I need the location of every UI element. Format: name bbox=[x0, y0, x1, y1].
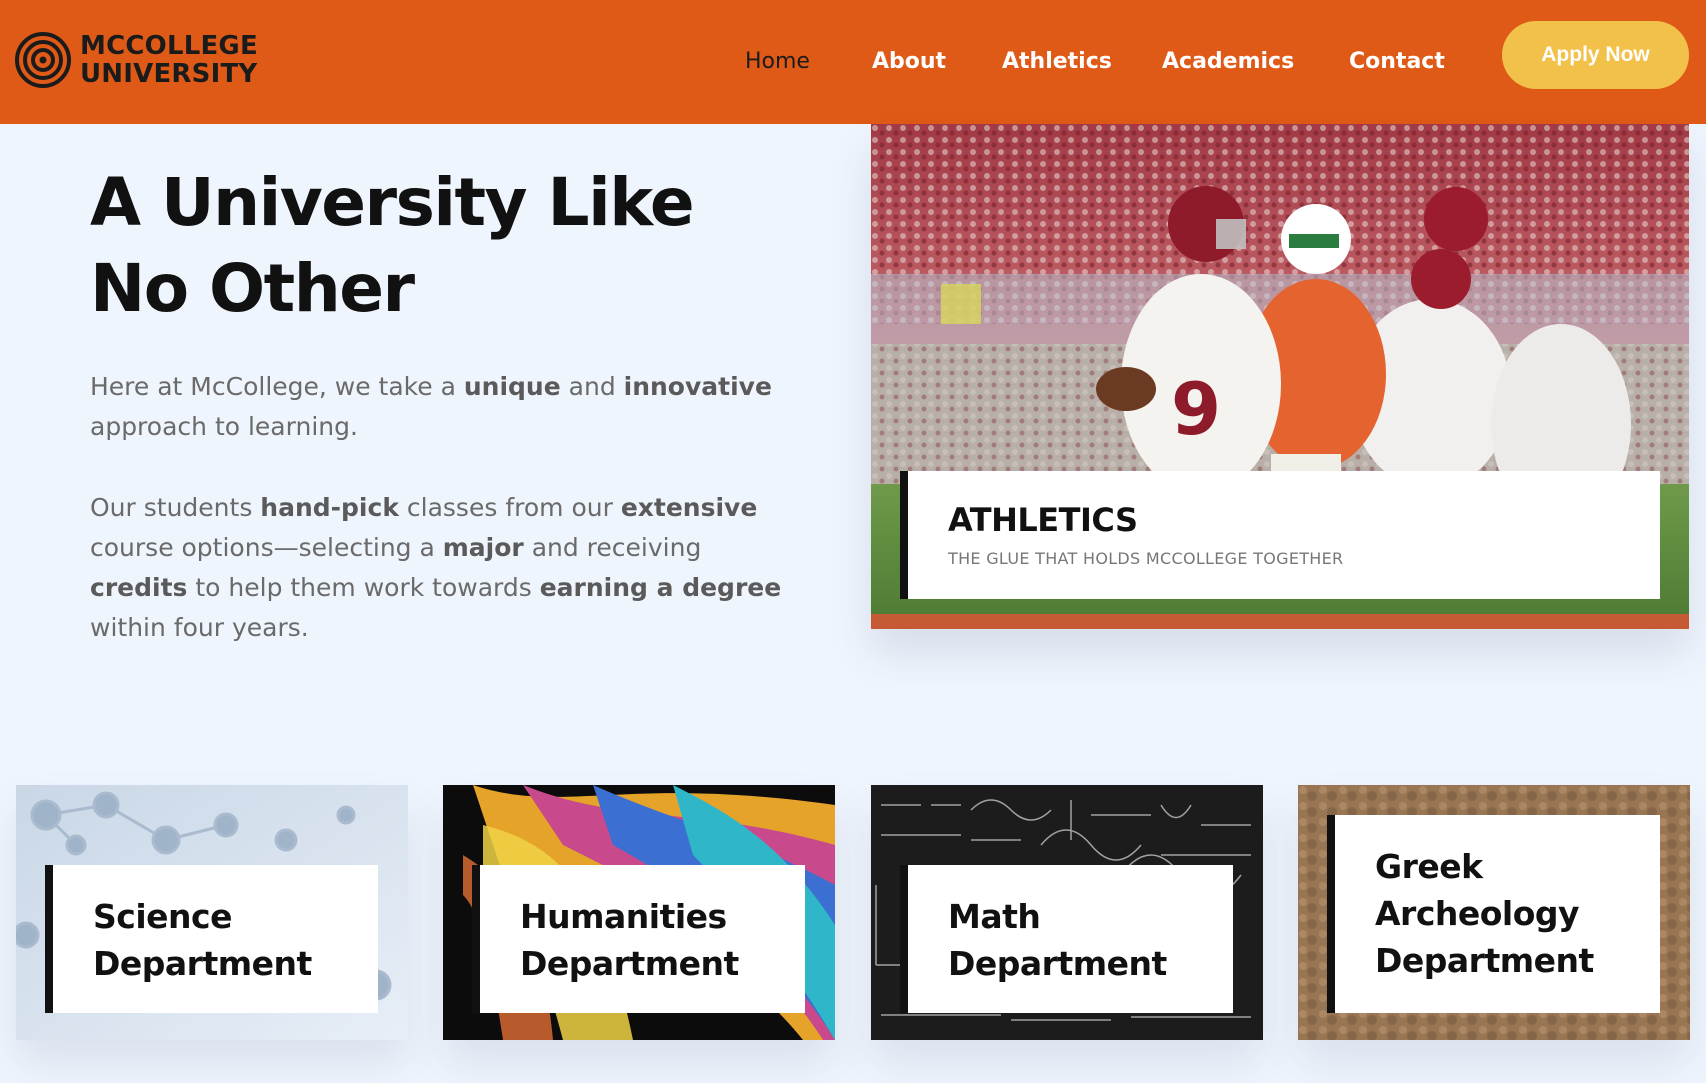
athletics-caption-card[interactable]: ATHLETICS THE GLUE THAT HOLDS MCCOLLEGE … bbox=[900, 471, 1660, 599]
dept-name-line: Greek bbox=[1375, 847, 1483, 886]
emphasis-text: earning a degree bbox=[539, 573, 782, 602]
text-run: and receiving bbox=[523, 533, 702, 562]
dept-name-line: Department bbox=[1375, 941, 1594, 980]
dept-name-line: Department bbox=[520, 944, 739, 983]
dept-label-card: Humanities Department bbox=[472, 865, 805, 1013]
athletics-title: ATHLETICS bbox=[948, 501, 1138, 539]
emphasis-text: major bbox=[442, 533, 524, 562]
text-run: approach to learning. bbox=[90, 412, 358, 441]
emphasis-text: extensive bbox=[620, 493, 758, 522]
text-run: to help them work towards bbox=[187, 573, 540, 602]
text-run: within four years. bbox=[90, 613, 309, 642]
hero-intro-paragraph: Here at McCollege, we take a unique and … bbox=[90, 367, 790, 447]
greek-archeology-department-card[interactable]: Greek Archeology Department bbox=[1298, 785, 1690, 1040]
nav-academics-link[interactable]: Academics bbox=[1162, 44, 1294, 80]
athletics-subtitle: THE GLUE THAT HOLDS MCCOLLEGE TOGETHER bbox=[948, 549, 1344, 568]
dept-name-line: Archeology bbox=[1375, 894, 1580, 933]
math-department-card[interactable]: Math Department bbox=[871, 785, 1263, 1040]
humanities-department-card[interactable]: Humanities Department bbox=[443, 785, 835, 1040]
dept-name-line: Department bbox=[948, 944, 1167, 983]
dept-name-line: Math bbox=[948, 897, 1041, 936]
emphasis-text: unique bbox=[463, 372, 561, 401]
hero-title: A University Like No Other bbox=[90, 164, 695, 327]
main-nav: Home About Athletics Academics Contact bbox=[0, 44, 1706, 80]
dept-name-line: Department bbox=[93, 944, 312, 983]
dept-label-card: Science Department bbox=[45, 865, 378, 1013]
site-header: MCCOLLEGE UNIVERSITY Home About Athletic… bbox=[0, 0, 1706, 124]
nav-about-link[interactable]: About bbox=[872, 44, 946, 80]
dept-label-card: Math Department bbox=[900, 865, 1233, 1013]
emphasis-text: innovative bbox=[623, 372, 772, 401]
text-run: classes from our bbox=[398, 493, 621, 522]
emphasis-text: credits bbox=[90, 573, 188, 602]
text-run: Here at McCollege, we take a bbox=[90, 372, 464, 401]
nav-athletics-link[interactable]: Athletics bbox=[1002, 44, 1112, 80]
jersey-number: 9 bbox=[1171, 367, 1221, 451]
text-run: Our students bbox=[90, 493, 261, 522]
science-department-card[interactable]: Science Department bbox=[16, 785, 408, 1040]
emphasis-text: hand-pick bbox=[260, 493, 399, 522]
text-run: and bbox=[560, 372, 624, 401]
dept-label-card: Greek Archeology Department bbox=[1327, 815, 1660, 1013]
nav-home-link[interactable]: Home bbox=[745, 44, 810, 80]
text-run: course options—selecting a bbox=[90, 533, 443, 562]
apply-now-button[interactable]: Apply Now bbox=[1502, 21, 1689, 89]
dept-name-line: Science bbox=[93, 897, 232, 936]
nav-contact-link[interactable]: Contact bbox=[1349, 44, 1445, 80]
hero-courses-paragraph: Our students hand-pick classes from our … bbox=[90, 488, 790, 648]
dept-name-line: Humanities bbox=[520, 897, 727, 936]
